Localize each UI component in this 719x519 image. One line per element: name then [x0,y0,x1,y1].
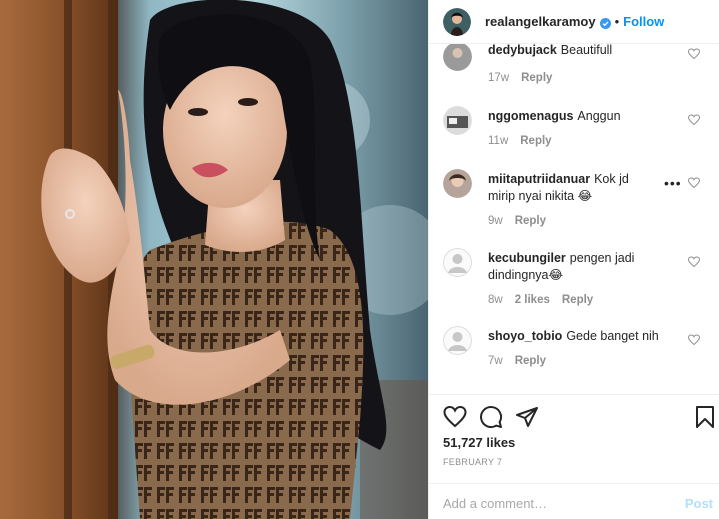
comment-heart-icon[interactable] [688,177,700,189]
author-username[interactable]: realangelkaramoy [485,14,596,29]
reply-button[interactable]: Reply [562,294,593,306]
post-photo[interactable] [0,0,428,519]
comment-text: kecubungiler pengen jadi dindingnya😂 [488,250,658,284]
header-separator: • [614,14,620,29]
post-comment-button[interactable]: Post [685,496,713,511]
comment-heart-icon[interactable] [688,334,700,346]
comment-heart-icon[interactable] [688,114,700,126]
comment-text: nggomenagus Anggun [488,108,688,125]
comment-icon[interactable] [479,405,503,429]
comment-meta: 11w Reply [488,135,564,147]
post-actions: 51,727 likes FEBRUARY 7 [429,394,719,476]
comment-likes[interactable]: 2 likes [515,294,550,306]
reply-button[interactable]: Reply [515,215,546,227]
comment-body: Beautifull [560,44,613,57]
post-image-illustration [0,0,428,519]
comment-time[interactable]: 9w [488,215,503,227]
author-avatar[interactable] [443,7,471,36]
bookmark-icon[interactable] [693,405,717,429]
comment-username[interactable]: nggomenagus [488,109,573,123]
comment-avatar[interactable] [443,248,472,277]
comment-avatar[interactable] [443,326,472,355]
verified-badge-icon [599,16,611,29]
comment-avatar[interactable] [443,44,472,71]
comment-text: shoyo_tobio Gede banget nih [488,328,688,345]
comment-time[interactable]: 7w [488,355,503,367]
comment-heart-icon[interactable] [688,256,700,268]
post-header: realangelkaramoy • Follow [429,0,719,44]
comment-meta: 8w 2 likes Reply [488,294,605,306]
heart-icon[interactable] [443,405,467,429]
comment-options-button[interactable]: ••• [664,175,682,191]
comment-time[interactable]: 17w [488,72,509,84]
reply-button[interactable]: Reply [515,355,546,367]
comment-meta: 7w Reply [488,355,558,367]
comment-username[interactable]: miitaputriidanuar [488,172,590,186]
comment-heart-icon[interactable] [688,48,700,60]
comments-list[interactable]: dedybujack Beautifull 17w Reply nggomenagu… [429,44,719,394]
comment-username[interactable]: kecubungiler [488,251,566,265]
comment-body: Gede banget nih [566,329,659,343]
post-date[interactable]: FEBRUARY 7 [443,457,502,467]
reply-button[interactable]: Reply [520,135,551,147]
follow-button[interactable]: Follow [623,14,664,29]
comment-avatar[interactable] [443,106,472,135]
comment-text: miitaputriidanuar Kok jd mirip nyai nikit… [488,171,658,205]
comment-meta: 17w Reply [488,72,564,84]
comment-avatar[interactable] [443,169,472,198]
comment-username[interactable]: dedybujack [488,44,557,57]
comment-time[interactable]: 8w [488,294,503,306]
add-comment-bar: Post [429,483,719,519]
reply-button[interactable]: Reply [521,72,552,84]
comment-time[interactable]: 11w [488,135,508,147]
comment-text: dedybujack Beautifull [488,44,688,59]
comment-username[interactable]: shoyo_tobio [488,329,562,343]
comment-body: Anggun [577,109,621,123]
add-comment-input[interactable] [443,492,663,514]
post-side-panel: realangelkaramoy • Follow dedybujack Beau… [428,0,719,519]
share-icon[interactable] [515,405,539,429]
likes-count[interactable]: 51,727 likes [443,435,515,450]
comment-meta: 9w Reply [488,215,558,227]
